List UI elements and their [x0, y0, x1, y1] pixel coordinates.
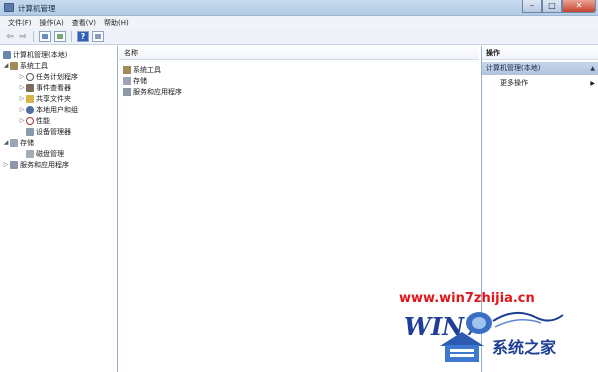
menu-file[interactable]: 文件(F)	[8, 18, 32, 28]
menu-action[interactable]: 操作(A)	[40, 18, 64, 28]
users-icon	[26, 105, 34, 114]
minimize-button[interactable]: –	[522, 0, 542, 13]
list-item[interactable]: 存储	[123, 75, 147, 86]
toolbar-separator	[33, 31, 34, 42]
tree-item-device-manager[interactable]: 设备管理器	[19, 126, 71, 137]
clock-icon	[26, 72, 34, 81]
device-manager-icon	[26, 127, 34, 136]
tree-item-task-scheduler[interactable]: ▷ 任务计划程序	[19, 71, 78, 82]
collapse-up-icon[interactable]: ▲	[590, 62, 595, 75]
expand-arrow-icon[interactable]: ▷	[19, 106, 25, 113]
event-viewer-icon	[26, 83, 34, 92]
menu-view[interactable]: 查看(V)	[72, 18, 96, 28]
tree-item-disk-management[interactable]: 磁盘管理	[19, 148, 64, 159]
tree-item-services-apps[interactable]: ▷ 服务和应用程序	[3, 159, 69, 170]
expand-arrow-icon[interactable]: ▷	[19, 95, 25, 102]
expand-arrow-icon[interactable]: ▷	[19, 84, 25, 91]
column-header-name[interactable]: 名称	[119, 46, 479, 60]
expand-arrow-icon[interactable]: ▷	[3, 161, 9, 168]
back-arrow-icon[interactable]: ⇦	[5, 32, 15, 42]
tree-item-shared-folders[interactable]: ▷ 共享文件夹	[19, 93, 71, 104]
menu-bar: 文件(F) 操作(A) 查看(V) 帮助(H)	[0, 16, 598, 29]
toolbar: ⇦ ⇨ ?	[0, 29, 598, 45]
tools-icon	[123, 65, 131, 74]
expand-arrow-icon[interactable]: ▷	[19, 117, 25, 124]
tree-item-system-tools[interactable]: ◢ 系统工具	[3, 60, 48, 71]
tree-item-event-viewer[interactable]: ▷ 事件查看器	[19, 82, 71, 93]
list-item[interactable]: 系统工具	[123, 64, 161, 75]
close-button[interactable]: ✕	[562, 0, 596, 13]
forward-arrow-icon[interactable]: ⇨	[18, 32, 28, 42]
tree-item-local-users[interactable]: ▷ 本地用户和组	[19, 104, 78, 115]
toolbar-separator	[71, 31, 72, 42]
expand-arrow-icon[interactable]: ▷	[19, 73, 25, 80]
help-icon[interactable]: ?	[77, 31, 89, 42]
computer-management-icon	[4, 3, 14, 12]
storage-icon	[10, 138, 18, 147]
services-icon	[10, 160, 18, 169]
collapse-arrow-icon[interactable]: ◢	[3, 62, 9, 69]
tree-item-performance[interactable]: ▷ 性能	[19, 115, 50, 126]
show-action-pane-icon[interactable]	[92, 31, 104, 42]
export-list-icon[interactable]	[54, 31, 66, 42]
actions-header: 操作	[482, 46, 598, 60]
console-tree: 计算机管理(本地) ◢ 系统工具 ▷ 任务计划程序 ▷ 事件查看器 ▷ 共享文件…	[0, 46, 118, 372]
actions-section-computer-management[interactable]: 计算机管理(本地) ▲	[482, 62, 598, 75]
window-controls: – □ ✕	[522, 0, 596, 13]
performance-icon	[26, 116, 34, 125]
services-icon	[123, 87, 131, 96]
watermark-brand: 系统之家	[492, 338, 557, 357]
tree-root[interactable]: 计算机管理(本地)	[3, 49, 67, 60]
shared-folder-icon	[26, 94, 34, 103]
list-item[interactable]: 服务和应用程序	[123, 86, 182, 97]
tools-icon	[10, 61, 18, 70]
computer-icon	[3, 50, 11, 59]
more-actions-item[interactable]: 更多操作 ▶	[500, 78, 598, 89]
tree-item-storage[interactable]: ◢ 存储	[3, 137, 34, 148]
menu-help[interactable]: 帮助(H)	[104, 18, 129, 28]
window-title: 计算机管理	[18, 4, 56, 13]
show-hide-tree-icon[interactable]	[39, 31, 51, 42]
submenu-arrow-icon: ▶	[590, 80, 595, 87]
watermark-house-icon	[440, 332, 484, 362]
disk-icon	[26, 149, 34, 158]
collapse-arrow-icon[interactable]: ◢	[3, 139, 9, 146]
storage-icon	[123, 76, 131, 85]
title-bar: 计算机管理 – □ ✕	[0, 0, 598, 16]
maximize-button[interactable]: □	[542, 0, 562, 13]
